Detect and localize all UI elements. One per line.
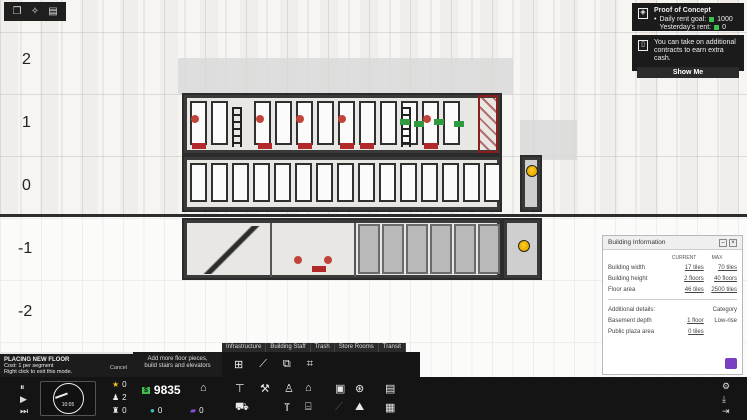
tab-trash[interactable]: Trash xyxy=(311,343,335,352)
elevator-icon[interactable]: ⧉ xyxy=(283,358,291,371)
minimize-icon[interactable]: – xyxy=(719,238,727,247)
picture-icon[interactable]: ▦ xyxy=(385,401,395,414)
play-icon[interactable]: ▶ xyxy=(20,394,27,405)
home-icon[interactable]: ⌂ xyxy=(305,382,312,394)
gems-stat: ● 0 xyxy=(150,406,163,415)
star-icon: ★ xyxy=(112,380,120,389)
workers-stat: ♜ 0 xyxy=(112,406,127,415)
add-floor-icon[interactable]: ⊞ xyxy=(234,358,243,371)
floor-0[interactable] xyxy=(182,155,502,212)
fast-forward-icon[interactable]: ⏭ xyxy=(20,406,28,417)
info-row: Floor area 46 tiles 2500 tiles xyxy=(608,286,738,293)
utility-shaft[interactable]: ⚡ xyxy=(520,155,542,212)
settings-icon[interactable]: ⚙ xyxy=(722,381,730,392)
show-me-button[interactable]: Show Me xyxy=(637,67,739,78)
build-tool-strip: ⊞ ⟋ ⧉ ⌗ xyxy=(222,352,420,377)
info-row: Basement depth 1 floor Low-rise xyxy=(608,317,738,324)
bank-icon[interactable]: ⌂ xyxy=(200,382,207,394)
contract-icon: ▯ xyxy=(638,40,648,51)
goal-icon: ◈ xyxy=(638,8,648,19)
col-current: CURRENT xyxy=(671,255,697,261)
pen-icon[interactable]: ⟋ xyxy=(335,401,343,414)
floor-label: 2 xyxy=(22,51,31,68)
notification-contracts[interactable]: ▯ You can take on additional contracts t… xyxy=(632,35,744,78)
sparkle-icon[interactable]: ✧ xyxy=(29,6,41,18)
ghost-building-upper xyxy=(178,58,513,94)
stairs-icon[interactable]: ⌗ xyxy=(307,358,313,371)
placing-floor-status: PLACING NEW FLOOR Cost: 1 per segment Ri… xyxy=(0,352,133,377)
document-icon[interactable]: ▤ xyxy=(385,382,395,395)
view-toolbar: ❐ ✧ ▤ xyxy=(4,2,66,21)
floor-label: -1 xyxy=(18,240,33,257)
layers-icon[interactable]: ❐ xyxy=(11,6,23,18)
purple-stat: ▰ 0 xyxy=(190,406,204,415)
tab-infrastructure[interactable]: Infrastructure xyxy=(222,343,267,352)
tab-store-rooms[interactable]: Store Rooms xyxy=(335,343,379,352)
tab-transit[interactable]: Transit xyxy=(379,343,406,352)
brand-icon: ▰ xyxy=(190,406,197,415)
floor-basement[interactable] xyxy=(182,218,502,280)
cancel-button[interactable]: Cancel xyxy=(110,365,127,371)
bed-icon[interactable]: ⌸ xyxy=(305,401,312,414)
worker-icon: ♜ xyxy=(112,406,120,415)
stars-stat: ★ 0 xyxy=(112,380,127,389)
staff-icon[interactable]: ♙ xyxy=(284,382,294,395)
exit-icon[interactable]: ⇥ xyxy=(722,406,730,417)
cash-icon: $ xyxy=(142,386,150,394)
person-icon: ♟ xyxy=(112,393,120,402)
cash-display: $ 9835 xyxy=(142,383,181,397)
box-icon[interactable]: ▣ xyxy=(335,382,345,395)
daily-rent-goal: • Daily rent goal: 1000 xyxy=(654,16,733,23)
floor-1[interactable] xyxy=(182,93,502,155)
category-tabs: Infrastructure Building Staff Trash Stor… xyxy=(222,343,406,352)
pause-icon[interactable]: ⏸ xyxy=(20,382,25,393)
construction-scaffold xyxy=(478,95,498,153)
notification-title: Proof of Concept xyxy=(654,7,711,14)
clock-time: 10:05 xyxy=(61,402,75,408)
floor-label: 0 xyxy=(22,177,31,194)
yesterday-rent: •Yesterday's rent:0 xyxy=(659,24,727,31)
gem-icon: ● xyxy=(150,406,155,415)
notification-proof-of-concept[interactable]: ◈ Proof of Concept • Daily rent goal: 1000… xyxy=(632,3,744,31)
tab-building-staff[interactable]: Building Staff xyxy=(266,343,311,352)
panel-title: Building Information xyxy=(608,239,666,246)
bottom-bar: ⏸ ▶ ⏭ 10:05 ★ 0 ♟ 2 ♜ 0 ● 0 ▰ 0 ⌂ ⊤ ⚒ ♙ ⌂ ▣ ⊛… xyxy=(0,377,747,420)
ground-line xyxy=(0,214,747,217)
vehicle-icon[interactable]: ⛟ xyxy=(235,401,249,415)
crane-icon[interactable]: ⚒ xyxy=(260,382,270,395)
cash-value: 9835 xyxy=(153,383,181,397)
build-hint: Add more floor pieces, build stairs and … xyxy=(133,352,222,377)
book-icon[interactable]: ▤ xyxy=(47,6,59,18)
gallery-icon[interactable]: ⛰ xyxy=(355,401,364,414)
building-information-panel: Building Information – × CURRENT MAX Bui… xyxy=(602,235,743,375)
floor-label: -2 xyxy=(18,303,33,320)
wand-icon[interactable]: ⟋ xyxy=(259,358,267,371)
people-stat: ♟ 2 xyxy=(112,393,127,402)
utility-room[interactable]: ⚡ xyxy=(502,218,542,280)
notification-text: You can take on additional contracts to … xyxy=(654,39,736,62)
food-icon[interactable]: ⴶ xyxy=(284,401,290,414)
col-max: MAX xyxy=(711,255,723,261)
additional-details-header: Additional details: Category xyxy=(608,306,737,313)
construction-ladder xyxy=(401,107,411,147)
construct-icon[interactable]: ⊤ xyxy=(235,382,245,395)
ghost-building-side xyxy=(520,120,577,160)
floor-label: 1 xyxy=(22,114,31,131)
category-badge-icon xyxy=(725,358,737,369)
download-icon[interactable]: ⤓ xyxy=(722,394,726,405)
stairwell[interactable] xyxy=(190,226,268,274)
gift-icon[interactable]: ⊛ xyxy=(355,382,364,395)
info-row: Public plaza area 0 tiles xyxy=(608,328,704,335)
close-icon[interactable]: × xyxy=(729,238,737,247)
info-row: Building width 17 tiles 70 tiles xyxy=(608,264,738,271)
info-row: Building height 2 floors 40 floors xyxy=(608,275,738,282)
construction-ladder xyxy=(232,107,242,147)
game-clock: 10:05 xyxy=(40,381,96,416)
